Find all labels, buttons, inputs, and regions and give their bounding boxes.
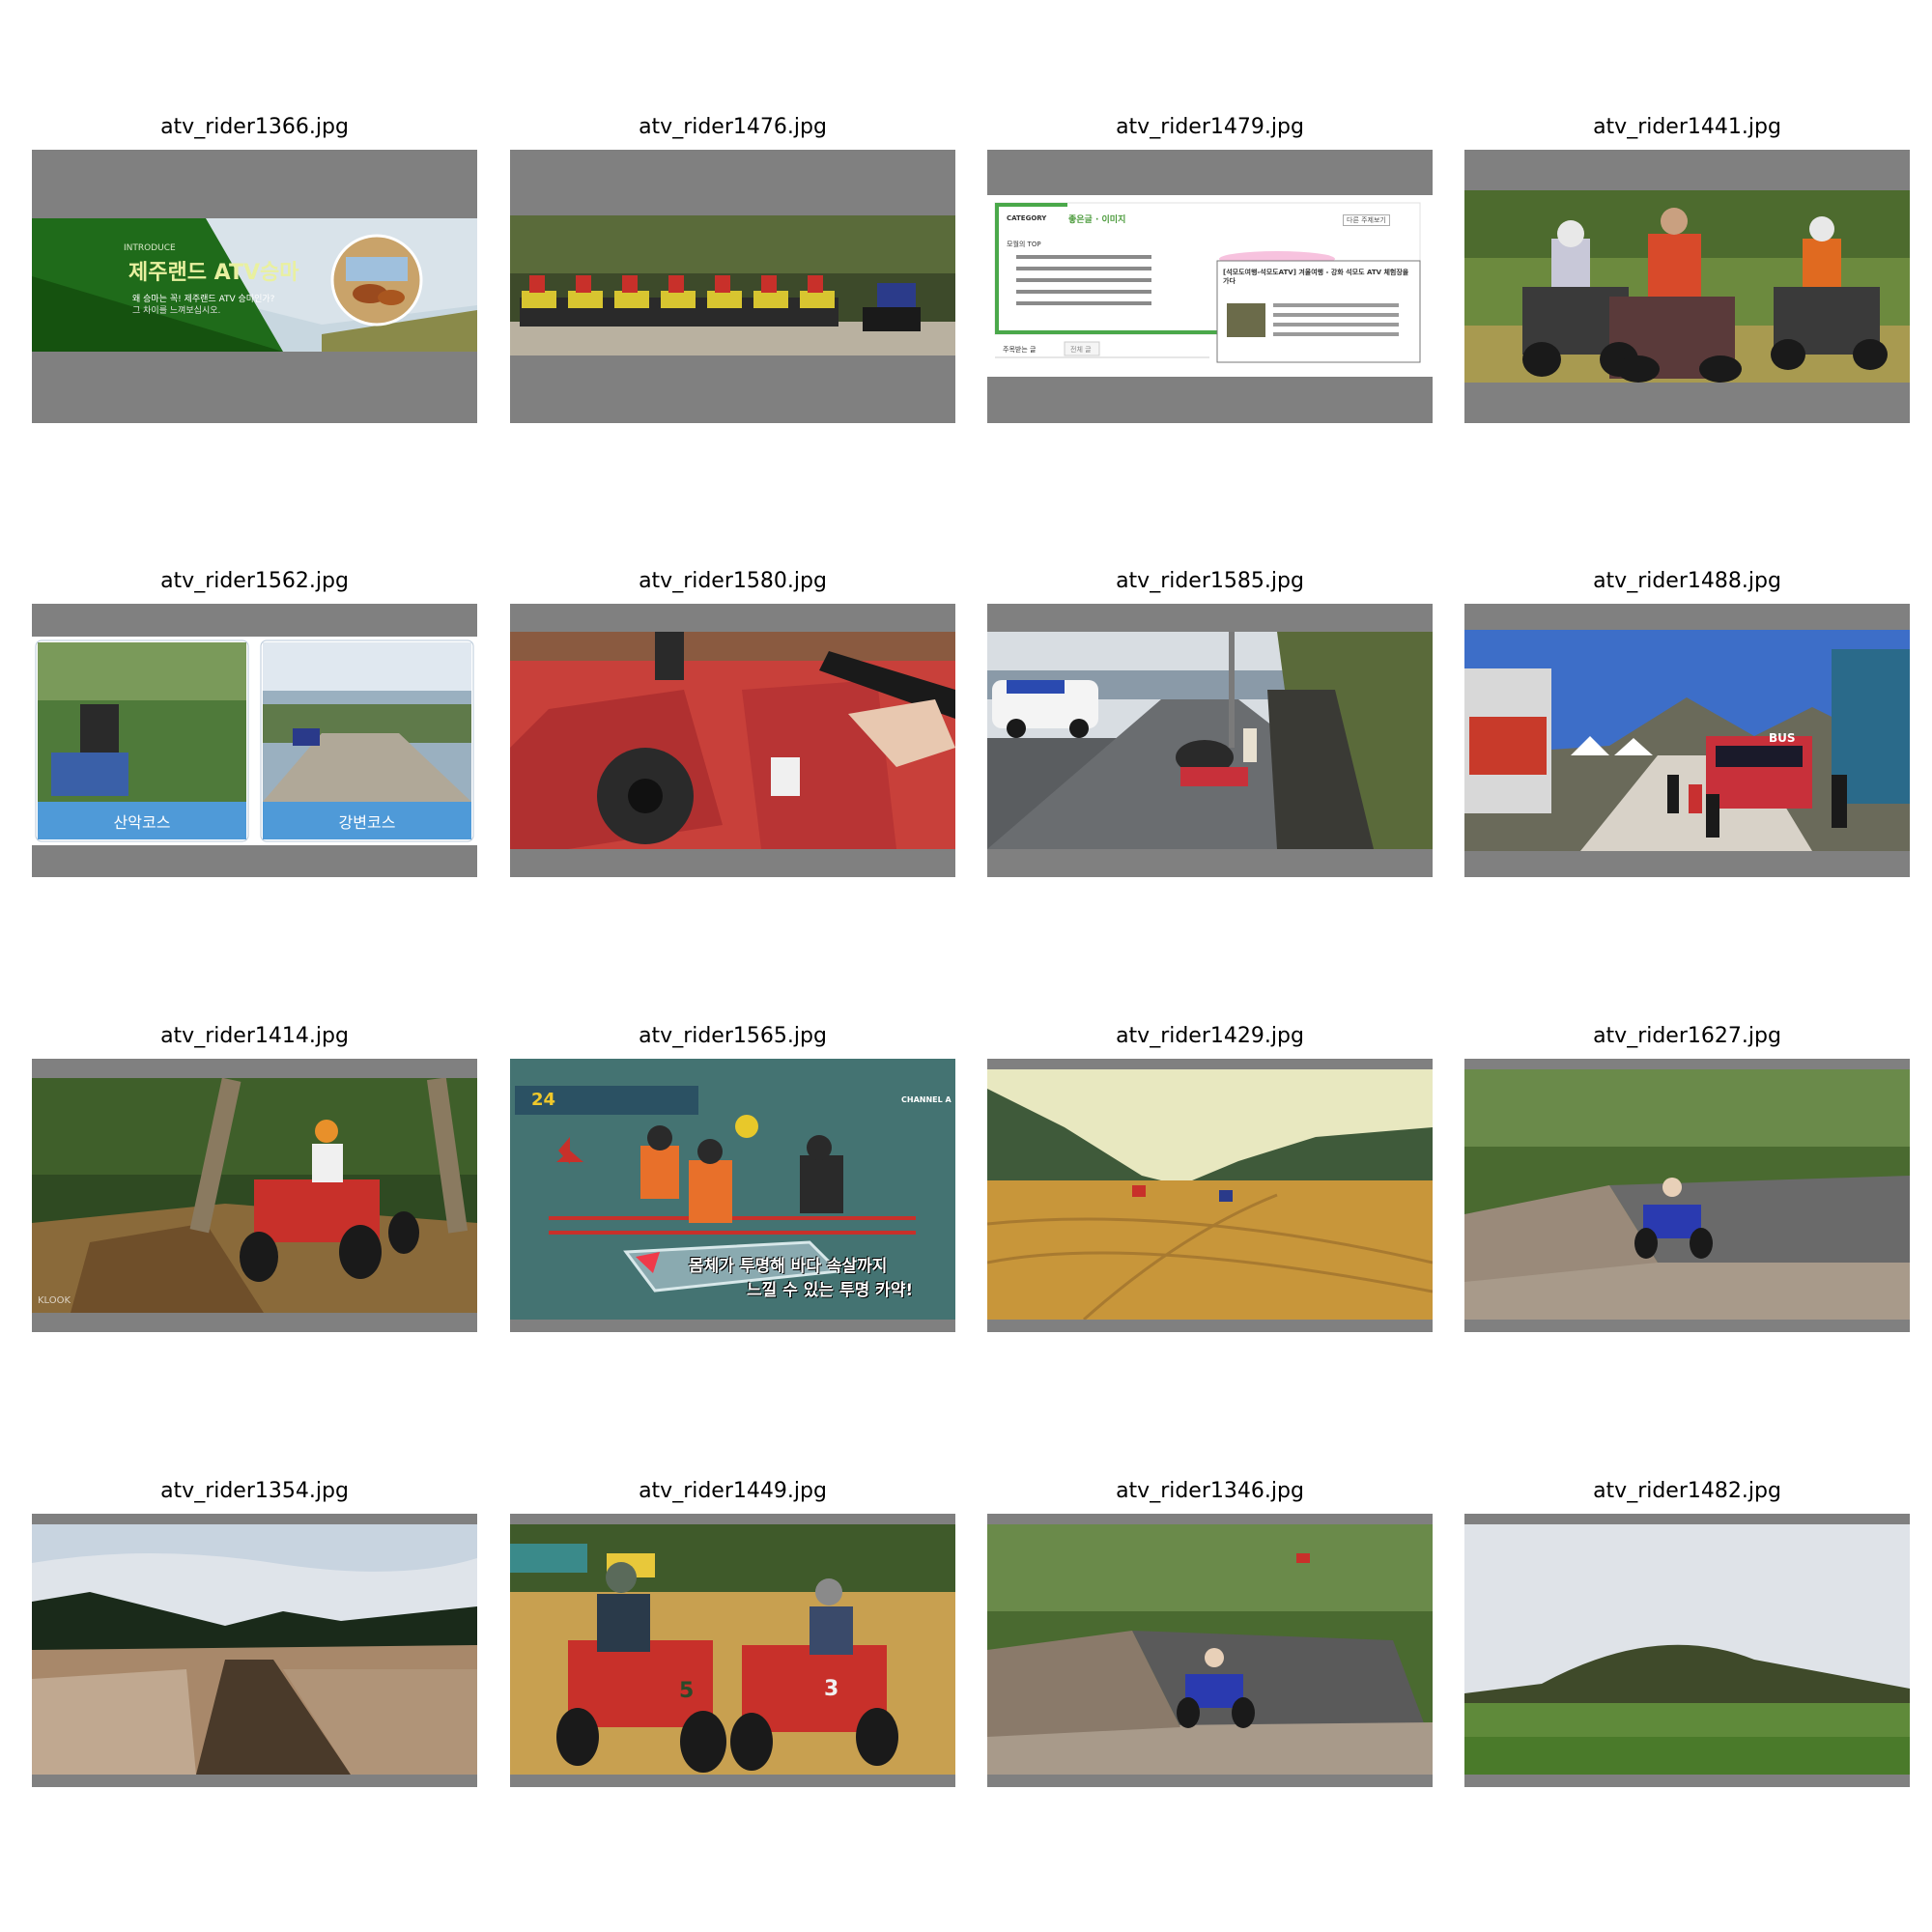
image-caption: atv_rider1441.jpg (1593, 115, 1781, 139)
jungle-trail-atv-image: KLOOK (32, 1078, 477, 1313)
image-caption: atv_rider1479.jpg (1116, 115, 1304, 139)
tv-episode-number: 24 (531, 1090, 556, 1110)
watermark-text: KLOOK (38, 1295, 71, 1306)
family-atvs-image: 5 3 (510, 1524, 955, 1775)
image-frame (1464, 1059, 1910, 1332)
top-posts-label: 모월의 TOP (1007, 241, 1041, 248)
image-frame: KLOOK (32, 1059, 477, 1332)
image-caption: atv_rider1414.jpg (160, 1024, 349, 1048)
featured-posts-tab: 주목받는 글 (1003, 346, 1037, 354)
image-caption: atv_rider1354.jpg (160, 1479, 349, 1503)
popup-post-title: [석모도여행-석모도ATV] 겨울여행 - 강화 석모도 ATV 체험장을 가다 (1223, 269, 1409, 285)
image-frame (987, 604, 1433, 877)
image-caption: atv_rider1429.jpg (1116, 1024, 1304, 1048)
image-frame: CATEGORY 좋은글 · 이미지 모월의 TOP 주목받는 글 전체 글 [… (987, 150, 1433, 423)
three-riders-image (1464, 190, 1910, 383)
image-caption: atv_rider1346.jpg (1116, 1479, 1304, 1503)
dirt-field-image (987, 1069, 1433, 1320)
banner-title-text: 제주랜드 ATV승마 (128, 261, 299, 285)
river-course-label: 강변코스 (338, 813, 396, 832)
image-frame (1464, 1514, 1910, 1787)
atv-number-3: 3 (824, 1677, 839, 1701)
image-caption: atv_rider1627.jpg (1593, 1024, 1781, 1048)
image-frame (32, 1514, 477, 1787)
image-frame: 24 CHANNEL A 몸체가 투명해 바다 속살까지 느낄 수 있는 투명 … (510, 1059, 955, 1332)
image-frame: 5 3 (510, 1514, 955, 1787)
creek-atv-image (987, 1524, 1433, 1775)
bus-sign-text: BUS (1769, 731, 1796, 745)
other-topics-button[interactable]: 다른 주제보기 (1343, 214, 1390, 226)
jeju-land-banner-image: INTRODUCE 제주랜드 ATV승마 왜 승마는 꼭! 제주랜드 ATV 승… (32, 218, 477, 352)
image-caption: atv_rider1366.jpg (160, 115, 349, 139)
image-frame: BUS (1464, 604, 1910, 877)
image-caption: atv_rider1562.jpg (160, 569, 349, 593)
image-frame: INTRODUCE 제주랜드 ATV승마 왜 승마는 꼭! 제주랜드 ATV 승… (32, 150, 477, 423)
all-posts-tab: 전체 글 (1070, 346, 1092, 354)
clear-kayak-image: 24 CHANNEL A 몸체가 투명해 바다 속살까지 느낄 수 있는 투명 … (510, 1059, 955, 1320)
image-caption: atv_rider1585.jpg (1116, 569, 1304, 593)
image-caption: atv_rider1449.jpg (639, 1479, 827, 1503)
image-frame (510, 604, 955, 877)
green-hill-image (1464, 1524, 1910, 1775)
silver-grass-trail-image (32, 1524, 477, 1775)
image-caption: atv_rider1482.jpg (1593, 1479, 1781, 1503)
image-frame (510, 150, 955, 423)
atv-lineup-image (510, 215, 955, 355)
banner-subtitle-text-2: 그 차이를 느껴보십시오. (132, 306, 221, 316)
image-caption: atv_rider1565.jpg (639, 1024, 827, 1048)
image-frame: 산악코스 강변코스 (32, 604, 477, 877)
mountain-course-label: 산악코스 (113, 813, 171, 832)
image-caption: atv_rider1580.jpg (639, 569, 827, 593)
overturned-atv-image (987, 632, 1433, 849)
handlebar-closeup-image (510, 632, 955, 849)
course-panels-image: 산악코스 강변코스 (32, 637, 477, 845)
image-caption: atv_rider1476.jpg (639, 115, 827, 139)
channel-logo-text: CHANNEL A (901, 1095, 952, 1104)
category-label: CATEGORY (1007, 214, 1047, 222)
festival-street-image: BUS (1464, 630, 1910, 851)
kayak-caption-line-1: 몸체가 투명해 바다 속살까지 (689, 1257, 888, 1276)
image-frame (1464, 150, 1910, 423)
stream-forest-atv-image (1464, 1069, 1910, 1320)
image-caption: atv_rider1488.jpg (1593, 569, 1781, 593)
atv-number-5: 5 (679, 1679, 695, 1703)
category-tab-text: 좋은글 · 이미지 (1068, 215, 1126, 225)
banner-introduce-text: INTRODUCE (124, 243, 176, 253)
blog-screenshot-image: CATEGORY 좋은글 · 이미지 모월의 TOP 주목받는 글 전체 글 [… (987, 195, 1433, 377)
image-frame (987, 1059, 1433, 1332)
kayak-caption-line-2: 느낄 수 있는 투명 카약! (747, 1281, 914, 1300)
image-frame (987, 1514, 1433, 1787)
image-grid: atv_rider1366.jpg INTRODUCE 제주랜드 ATV승마 왜… (0, 0, 1932, 1932)
